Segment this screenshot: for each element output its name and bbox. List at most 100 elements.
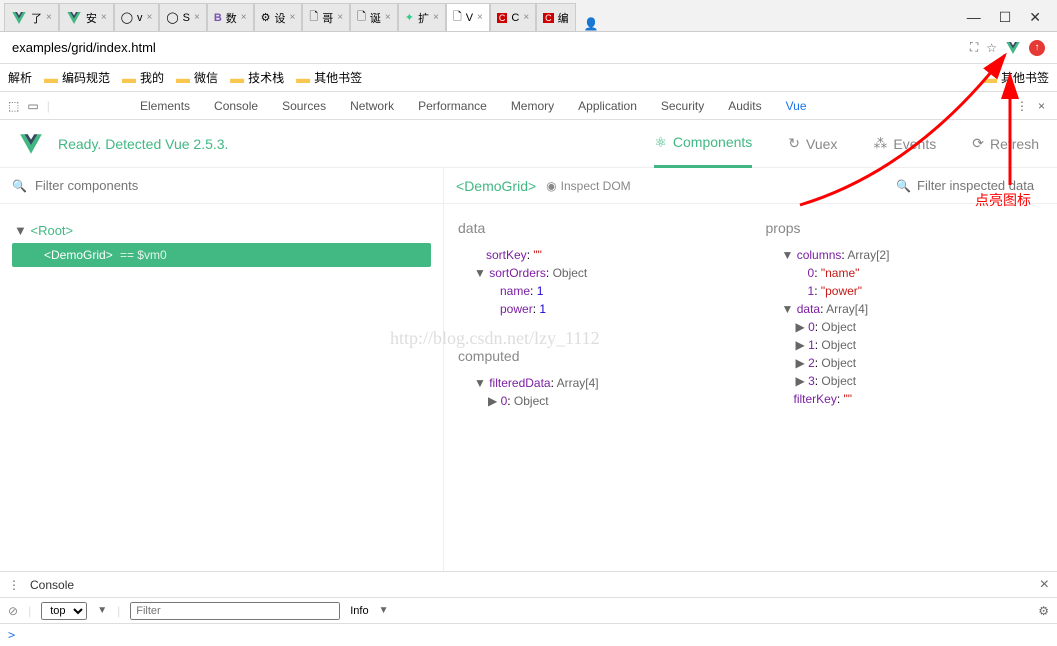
- folder-icon: ▬: [44, 70, 58, 86]
- more-icon[interactable]: ⋮: [1016, 99, 1028, 113]
- close-devtools-icon[interactable]: ×: [1038, 99, 1045, 113]
- devtools-tab-security[interactable]: Security: [659, 99, 706, 113]
- close-icon[interactable]: ×: [290, 12, 296, 23]
- prop-line[interactable]: filterKey: "": [766, 390, 1044, 408]
- tree-root[interactable]: <Root>: [12, 220, 431, 241]
- bookmark-item[interactable]: 解析: [8, 69, 32, 86]
- prop-line[interactable]: 1: "power": [766, 282, 1044, 300]
- prop-line[interactable]: 0: Object: [458, 392, 736, 410]
- maximize-button[interactable]: ☐: [999, 9, 1012, 26]
- prop-line[interactable]: columns: Array[2]: [766, 246, 1044, 264]
- close-icon[interactable]: ×: [523, 12, 529, 23]
- close-drawer-icon[interactable]: ×: [1040, 576, 1049, 594]
- console-prompt[interactable]: >: [0, 624, 1057, 646]
- console-title[interactable]: Console: [30, 578, 74, 592]
- gear-icon: ⚙: [261, 11, 271, 24]
- devtools-tab-memory[interactable]: Memory: [509, 99, 556, 113]
- vue-devtools-extension-icon[interactable]: [1005, 40, 1021, 56]
- prop-line[interactable]: power: 1: [458, 300, 736, 318]
- devtools-tab-audits[interactable]: Audits: [726, 99, 763, 113]
- nav-components[interactable]: ⚛Components: [654, 120, 752, 168]
- close-icon[interactable]: ×: [46, 12, 52, 23]
- browser-tab[interactable]: 🗋V×: [446, 3, 490, 31]
- devtools-tab-application[interactable]: Application: [576, 99, 639, 113]
- filter-inspected-input[interactable]: [917, 178, 1047, 193]
- browser-tab[interactable]: B数×: [207, 3, 254, 31]
- bookmark-item[interactable]: ▬编码规范: [44, 69, 110, 86]
- context-select[interactable]: top: [41, 602, 87, 620]
- nav-vuex[interactable]: ↻Vuex: [788, 121, 837, 166]
- prop-line[interactable]: 1: Object: [766, 336, 1044, 354]
- prop-line[interactable]: sortOrders: Object: [458, 264, 736, 282]
- close-icon[interactable]: ×: [101, 12, 107, 23]
- vue-body: <Root> DemoGrid == $vm0 data sortKey: ""…: [0, 204, 1057, 571]
- search-icon: 🔍: [12, 179, 27, 193]
- computed-section-title: computed: [458, 348, 736, 364]
- more-icon[interactable]: ⋮: [8, 578, 20, 592]
- browser-tab[interactable]: C编: [536, 3, 576, 31]
- extension-icon[interactable]: ↑: [1029, 40, 1045, 56]
- prop-line[interactable]: name: 1: [458, 282, 736, 300]
- prop-line[interactable]: filteredData: Array[4]: [458, 374, 736, 392]
- vue-status: Ready. Detected Vue 2.5.3.: [58, 136, 228, 152]
- prop-line[interactable]: sortKey: "": [458, 246, 736, 264]
- prop-line[interactable]: 3: Object: [766, 372, 1044, 390]
- browser-tab[interactable]: 安×: [59, 3, 114, 31]
- github-icon: ◯: [121, 11, 133, 24]
- settings-icon[interactable]: ⚙: [1038, 604, 1049, 618]
- user-icon[interactable]: 👤: [584, 17, 599, 31]
- url-input[interactable]: [4, 35, 962, 61]
- csdn-icon: C: [497, 13, 508, 23]
- devtools-tab-console[interactable]: Console: [212, 99, 260, 113]
- browser-tab[interactable]: ⚙设×: [254, 3, 303, 31]
- vue-header: Ready. Detected Vue 2.5.3. ⚛Components ↻…: [0, 120, 1057, 168]
- prop-line[interactable]: 2: Object: [766, 354, 1044, 372]
- browser-tab[interactable]: CC×: [490, 3, 536, 31]
- minimize-button[interactable]: —: [967, 9, 981, 25]
- bookmark-item[interactable]: ▬微信: [176, 69, 218, 86]
- inspector: data sortKey: "" sortOrders: Object name…: [444, 204, 1057, 571]
- other-bookmarks[interactable]: ▬其他书签: [983, 69, 1049, 86]
- nav-events[interactable]: ⁂Events: [873, 121, 936, 166]
- browser-tab[interactable]: ◯S×: [159, 3, 207, 31]
- device-toolbar-icon[interactable]: ▭: [27, 99, 38, 113]
- close-button[interactable]: ✕: [1029, 9, 1041, 26]
- github-icon: ◯: [166, 11, 178, 24]
- nav-refresh[interactable]: ⟳Refresh: [972, 121, 1039, 166]
- prop-line[interactable]: 0: Object: [766, 318, 1044, 336]
- devtools-tab-elements[interactable]: Elements: [138, 99, 192, 113]
- inspect-element-icon[interactable]: ⬚: [8, 99, 19, 113]
- bookmark-star-icon[interactable]: ☆: [986, 41, 997, 55]
- close-icon[interactable]: ×: [194, 12, 200, 23]
- close-icon[interactable]: ×: [477, 12, 483, 23]
- tree-selected[interactable]: DemoGrid == $vm0: [12, 243, 431, 267]
- eye-icon: ◉: [546, 179, 556, 193]
- filter-components-input[interactable]: [35, 178, 431, 193]
- browser-tab[interactable]: ✦扩×: [398, 3, 446, 31]
- browser-tab[interactable]: 🗋哥×: [302, 3, 350, 31]
- level-select[interactable]: Info: [350, 605, 368, 617]
- bookmark-item[interactable]: ▬技术栈: [230, 69, 284, 86]
- devtools-tab-vue[interactable]: Vue: [784, 99, 809, 113]
- close-icon[interactable]: ×: [433, 12, 439, 23]
- devtools-tab-network[interactable]: Network: [348, 99, 396, 113]
- browser-tab[interactable]: 🗋诞×: [350, 3, 398, 31]
- console-filter-input[interactable]: [130, 602, 340, 620]
- browser-tab[interactable]: ◯v×: [114, 3, 160, 31]
- close-icon[interactable]: ×: [147, 12, 153, 23]
- inspect-dom-button[interactable]: ◉Inspect DOM: [546, 179, 631, 193]
- close-icon[interactable]: ×: [385, 12, 391, 23]
- devtools-tab-sources[interactable]: Sources: [280, 99, 328, 113]
- browser-tab[interactable]: 了×: [4, 3, 59, 31]
- translate-icon[interactable]: ⛶: [970, 40, 978, 55]
- prop-line[interactable]: data: Array[4]: [766, 300, 1044, 318]
- bookmark-item[interactable]: ▬其他书签: [296, 69, 362, 86]
- doc-icon: 🗋: [309, 8, 318, 27]
- close-icon[interactable]: ×: [241, 12, 247, 23]
- bookmark-item[interactable]: ▬我的: [122, 69, 164, 86]
- folder-icon: ▬: [983, 70, 997, 86]
- close-icon[interactable]: ×: [337, 12, 343, 23]
- devtools-tab-performance[interactable]: Performance: [416, 99, 489, 113]
- clear-console-icon[interactable]: ⊘: [8, 604, 18, 618]
- prop-line[interactable]: 0: "name": [766, 264, 1044, 282]
